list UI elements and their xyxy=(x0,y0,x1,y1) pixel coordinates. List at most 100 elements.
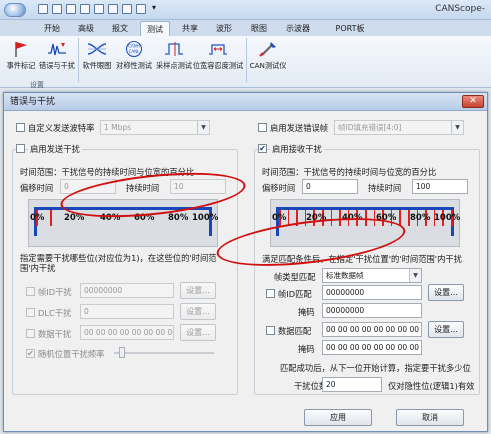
software-eye-diagram-icon xyxy=(87,43,107,55)
data-match-settings-button[interactable]: 设置... xyxy=(428,321,464,338)
save-all-icon[interactable] xyxy=(66,4,76,14)
bit-width-tolerance-button[interactable]: 位宽容忍度测试 xyxy=(192,40,244,80)
app-logo-icon[interactable] xyxy=(4,3,26,17)
send-interference-checkbox[interactable] xyxy=(16,144,25,153)
open-folder-icon[interactable] xyxy=(38,4,48,14)
chevron-down-icon: ▼ xyxy=(197,121,209,134)
can-tester-button[interactable]: CAN测试仪 xyxy=(248,40,288,80)
frame-id-interference-input[interactable]: 00000000 xyxy=(80,283,174,298)
error-interference-dialog: 错误与干扰 ✕ 自定义发送波特率 1 Mbps ▼ 启用发送错误帧 帧ID填充错… xyxy=(3,92,488,432)
data-interference-label: 数据干扰 xyxy=(38,329,72,339)
svg-text:CANL: CANL xyxy=(129,49,141,54)
save-icon[interactable] xyxy=(52,4,62,14)
frame-id-interference-label: 帧ID干扰 xyxy=(38,287,72,297)
apply-button[interactable]: 应用 xyxy=(304,409,372,426)
data-interference-settings-button[interactable]: 设置... xyxy=(180,324,216,341)
ribbon-group-label: 设置 xyxy=(30,81,44,89)
send-offset-label: 偏移时间 xyxy=(20,183,54,193)
recv-offset-input[interactable]: 0 xyxy=(302,179,358,194)
random-frequency-slider-track[interactable] xyxy=(114,352,214,354)
frame-id-match-checkbox[interactable] xyxy=(266,289,275,298)
cancel-button[interactable]: 取消 xyxy=(396,409,464,426)
ribbon-tab-eye-diagram[interactable]: 眼图 xyxy=(245,21,273,36)
recv-match-note: 满足匹配条件后，在指定'干扰位置'的'时间范围'内干扰 xyxy=(262,254,462,264)
software-eye-diagram-button[interactable]: 软件眼图 xyxy=(80,40,114,80)
qat-dropdown-icon[interactable]: ▾ xyxy=(152,3,156,12)
id-mask-input[interactable]: 00000000 xyxy=(322,303,422,318)
recv-interference-tick xyxy=(365,210,367,226)
send-tick-80: 80% xyxy=(168,213,189,223)
dlc-interference-input[interactable]: 0 xyxy=(80,304,174,319)
chart-icon[interactable] xyxy=(136,4,146,14)
send-bits-note: 指定需要干扰哪些位(对应位为1)，在这些位的'时间范围'内干扰 xyxy=(20,253,217,273)
send-error-checkbox[interactable] xyxy=(258,123,267,132)
frame-id-match-label: 帧ID匹配 xyxy=(278,289,312,299)
frame-id-interference-checkbox[interactable] xyxy=(26,287,35,296)
dlc-interference-checkbox[interactable] xyxy=(26,308,35,317)
send-error-select[interactable]: 帧ID填充错误[4:0] ▼ xyxy=(334,120,464,135)
data-match-input[interactable]: 00 00 00 00 00 00 00 00 xyxy=(322,322,422,337)
frame-id-interference-settings-button[interactable]: 设置... xyxy=(180,282,216,299)
id-mask-label: 掩码 xyxy=(298,307,315,317)
event-marker-label: 事件标记 xyxy=(6,61,36,70)
ribbon-tab-test[interactable]: 测试 xyxy=(140,21,170,36)
ribbon-tab-waveform[interactable]: 波形 xyxy=(210,21,238,36)
bit-width-tolerance-label: 位宽容忍度测试 xyxy=(192,61,244,70)
ribbon-tab-share[interactable]: 共享 xyxy=(176,21,204,36)
custom-baud-select[interactable]: 1 Mbps ▼ xyxy=(100,120,210,135)
send-interference-end-marker xyxy=(50,210,52,226)
ribbon-group-separator xyxy=(78,38,79,82)
ribbon-group-separator-2 xyxy=(246,38,247,82)
frame-type-select[interactable]: 标准数据帧 ▼ xyxy=(322,268,422,283)
event-marker-button[interactable]: 事件标记 xyxy=(3,40,39,80)
recv-interference-tick xyxy=(339,210,341,226)
sample-point-label: 采样点测试 xyxy=(156,61,192,70)
grid-icon[interactable] xyxy=(94,4,104,14)
frame-id-match-input[interactable]: 00000000 xyxy=(322,285,422,300)
recv-duration-input[interactable]: 100 xyxy=(412,179,468,194)
frame-id-match-settings-button[interactable]: 设置... xyxy=(428,284,464,301)
bit-width-tolerance-icon xyxy=(209,44,227,55)
error-interference-icon xyxy=(48,43,66,56)
screenshot-icon[interactable] xyxy=(80,4,90,14)
recv-interference-checkbox[interactable]: ✔ xyxy=(258,144,267,153)
recv-interference-tick xyxy=(373,210,376,226)
recv-tick-100: 100% xyxy=(434,213,461,223)
data-match-label: 数据匹配 xyxy=(278,326,312,336)
bit-count-input[interactable]: 20 xyxy=(322,377,382,392)
data-mask-input[interactable]: 00 00 00 00 00 00 00 00 xyxy=(322,340,422,355)
send-duration-input[interactable]: 10 xyxy=(170,179,226,194)
refresh-icon[interactable] xyxy=(122,4,132,14)
recv-interference-tick xyxy=(330,210,333,226)
random-frequency-slider-thumb[interactable] xyxy=(118,347,125,358)
ribbon-tab-port-board[interactable]: PORT板 xyxy=(330,21,370,36)
error-interference-button[interactable]: 错误与干扰 xyxy=(37,40,77,80)
send-offset-input[interactable]: 0 xyxy=(60,179,116,194)
recv-tick-0: 0% xyxy=(272,213,287,223)
data-interference-checkbox[interactable] xyxy=(26,329,35,338)
ribbon-tab-oscilloscope[interactable]: 示波器 xyxy=(280,21,316,36)
sample-point-test-button[interactable]: 采样点测试 xyxy=(154,40,194,80)
ribbon-tab-messages[interactable]: 报文 xyxy=(106,21,134,36)
send-tick-40: 40% xyxy=(100,213,121,223)
bit-count-note: 仅对隐性位(逻辑1)有效 xyxy=(388,381,475,391)
random-position-checkbox[interactable]: ✔ xyxy=(26,349,35,358)
error-interference-label: 错误与干扰 xyxy=(39,61,75,70)
recv-interference-tick xyxy=(296,210,298,226)
ribbon-tab-home[interactable]: 开始 xyxy=(38,21,66,36)
data-match-checkbox[interactable] xyxy=(266,326,275,335)
chevron-down-icon: ▼ xyxy=(409,269,421,282)
send-interference-label: 启用发送干扰 xyxy=(28,143,82,155)
ribbon-tab-advanced[interactable]: 高级 xyxy=(72,21,100,36)
software-eye-diagram-label: 软件眼图 xyxy=(82,61,112,70)
custom-baud-label: 自定义发送波特率 xyxy=(28,123,95,133)
layout-icon[interactable] xyxy=(108,4,118,14)
dialog-title: 错误与干扰 xyxy=(4,93,487,111)
data-interference-input[interactable]: 00 00 00 00 00 00 00 00 xyxy=(80,325,174,340)
close-icon[interactable]: ✕ xyxy=(462,95,484,108)
dlc-interference-settings-button[interactable]: 设置... xyxy=(180,303,216,320)
symmetry-test-button[interactable]: CANH CANL 对称性测试 xyxy=(114,40,154,80)
recv-tick-60: 60% xyxy=(376,213,397,223)
recv-tick-80: 80% xyxy=(410,213,431,223)
custom-baud-checkbox[interactable] xyxy=(16,123,25,132)
